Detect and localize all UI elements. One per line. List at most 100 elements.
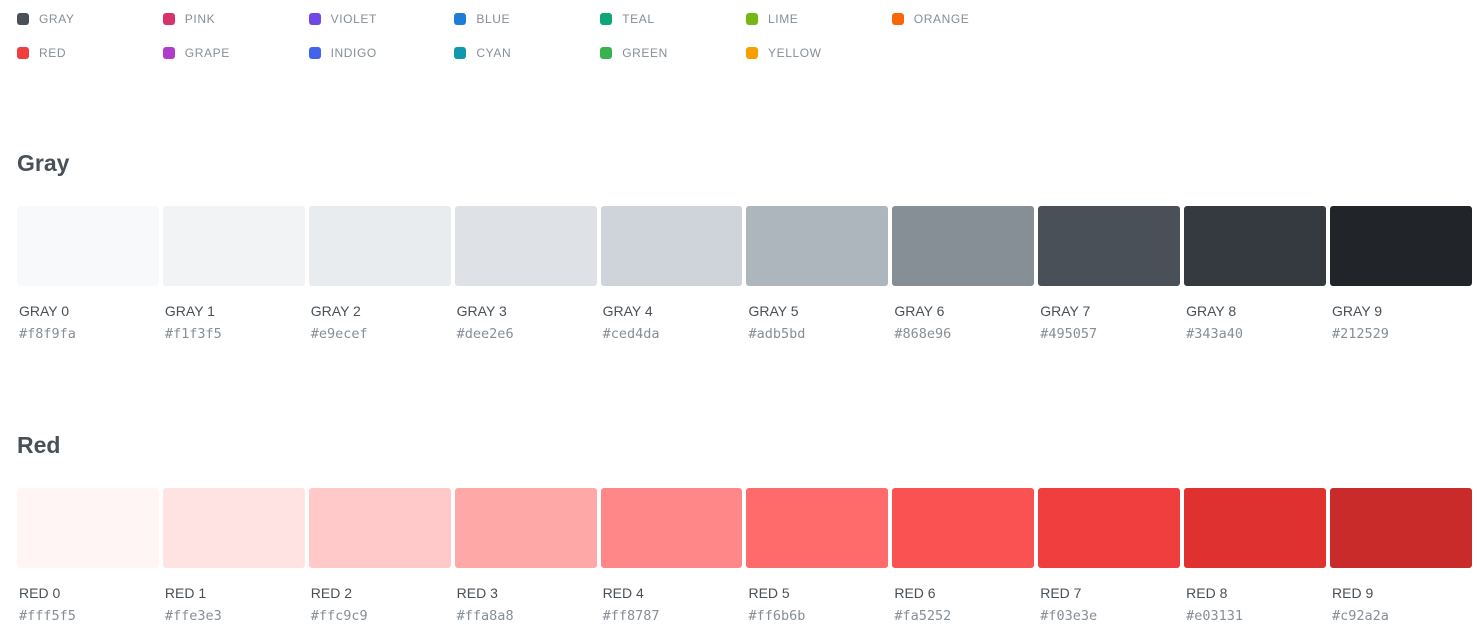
color-swatch-gray-3[interactable]: GRAY 3 #dee2e6 (454, 206, 597, 343)
swatch-name: RED 1 (164, 585, 207, 601)
legend-item-indigo[interactable]: INDIGO (308, 44, 455, 62)
color-swatch-red-8[interactable]: RED 8 #e03131 (1184, 488, 1327, 625)
swatch-name: RED 6 (894, 585, 936, 601)
swatch-name: RED 9 (1332, 585, 1374, 601)
legend-item-lime[interactable]: LIME (745, 10, 892, 28)
swatch-name: GRAY 2 (310, 303, 361, 319)
section-red: Red RED 0 #fff5f5 RED 1 #ffe3e3 RED 2 #ffc9c9… (17, 430, 1472, 624)
color-swatch-gray-9[interactable]: GRAY 9 #212529 (1330, 206, 1472, 343)
legend-label: CYAN (476, 46, 512, 60)
swatch-color-block[interactable] (454, 488, 597, 568)
color-dot-icon (162, 13, 175, 25)
swatch-hex-code: #e03131 (1186, 608, 1244, 624)
color-swatch-red-2[interactable]: RED 2 #ffc9c9 (308, 488, 451, 625)
swatch-color-block[interactable] (746, 206, 889, 286)
swatch-color-block[interactable] (308, 488, 451, 568)
swatch-name: RED 7 (1040, 585, 1082, 601)
swatch-color-block[interactable] (892, 206, 1035, 286)
swatch-hex-code: #ffe3e3 (164, 608, 222, 624)
color-swatch-red-1[interactable]: RED 1 #ffe3e3 (162, 488, 305, 625)
legend-item-orange[interactable]: ORANGE (891, 10, 1038, 28)
legend-label: LIME (767, 12, 799, 26)
swatch-name: RED 8 (1186, 585, 1228, 601)
color-swatch-red-9[interactable]: RED 9 #c92a2a (1330, 488, 1472, 625)
section-title: Red (17, 432, 61, 458)
swatch-color-block[interactable] (454, 206, 597, 286)
legend-label: GRAY (39, 12, 75, 26)
color-dot-icon (745, 13, 758, 25)
swatch-color-block[interactable] (162, 206, 305, 286)
color-swatch-red-4[interactable]: RED 4 #ff8787 (600, 488, 743, 625)
swatch-color-block[interactable] (1184, 206, 1327, 286)
color-swatch-gray-7[interactable]: GRAY 7 #495057 (1038, 206, 1181, 343)
swatch-name: RED 4 (602, 585, 644, 601)
color-dot-icon (17, 47, 29, 59)
swatch-hex-code: #495057 (1040, 326, 1098, 342)
swatch-hex-code: #fff5f5 (19, 608, 76, 624)
swatch-color-block[interactable] (17, 206, 159, 286)
swatch-row: RED 0 #fff5f5 RED 1 #ffe3e3 RED 2 #ffc9c9 RED … (17, 488, 1472, 625)
legend-item-grape[interactable]: GRAPE (162, 44, 309, 62)
color-swatch-gray-5[interactable]: GRAY 5 #adb5bd (746, 206, 889, 343)
color-dot-icon (308, 47, 321, 59)
legend-label: GRAPE (184, 46, 230, 60)
color-swatch-red-6[interactable]: RED 6 #fa5252 (892, 488, 1035, 625)
swatch-name: RED 2 (310, 585, 353, 601)
swatch-hex-code: #f8f9fa (19, 326, 76, 342)
swatch-color-block[interactable] (892, 488, 1035, 568)
swatch-color-block[interactable] (600, 206, 743, 286)
swatch-hex-code: #ffc9c9 (310, 608, 368, 624)
swatch-name: RED 5 (748, 585, 790, 601)
swatch-name: GRAY 8 (1186, 303, 1237, 319)
legend-item-violet[interactable]: VIOLET (308, 10, 455, 28)
swatch-hex-code: #868e96 (894, 326, 952, 342)
legend-item-yellow[interactable]: YELLOW (745, 44, 892, 62)
color-dot-icon (454, 13, 467, 25)
swatch-color-block[interactable] (162, 488, 305, 568)
swatch-hex-code: #ffa8a8 (456, 608, 514, 624)
swatch-color-block[interactable] (1038, 206, 1181, 286)
color-swatch-gray-0[interactable]: GRAY 0 #f8f9fa (17, 206, 159, 343)
color-swatch-red-7[interactable]: RED 7 #f03e3e (1038, 488, 1181, 625)
swatch-color-block[interactable] (1330, 488, 1472, 568)
legend-label: ORANGE (913, 12, 970, 26)
legend-item-green[interactable]: GREEN (600, 44, 746, 62)
color-swatch-gray-6[interactable]: GRAY 6 #868e96 (892, 206, 1035, 343)
legend-item-pink[interactable]: PINK (162, 10, 309, 28)
swatch-color-block[interactable] (17, 488, 159, 568)
legend-label: BLUE (476, 12, 511, 26)
legend-label: YELLOW (767, 46, 822, 60)
legend-item-blue[interactable]: BLUE (454, 10, 600, 28)
legend-item-red[interactable]: RED (17, 44, 163, 62)
legend-item-teal[interactable]: TEAL (600, 10, 746, 28)
color-swatch-gray-2[interactable]: GRAY 2 #e9ecef (308, 206, 451, 343)
swatch-name: GRAY 0 (19, 303, 70, 319)
color-swatch-red-0[interactable]: RED 0 #fff5f5 (17, 488, 159, 625)
swatch-hex-code: #fa5252 (894, 608, 952, 624)
color-dot-icon (17, 13, 29, 25)
color-swatch-gray-1[interactable]: GRAY 1 #f1f3f5 (162, 206, 305, 343)
color-dot-icon (162, 47, 175, 59)
color-swatch-red-3[interactable]: RED 3 #ffa8a8 (454, 488, 597, 625)
legend-item-gray[interactable]: GRAY (17, 10, 163, 28)
color-swatch-red-5[interactable]: RED 5 #ff6b6b (746, 488, 889, 625)
color-swatch-gray-4[interactable]: GRAY 4 #ced4da (600, 206, 743, 343)
swatch-color-block[interactable] (308, 206, 451, 286)
swatch-color-block[interactable] (1330, 206, 1472, 286)
swatch-color-block[interactable] (1038, 488, 1181, 568)
swatch-color-block[interactable] (746, 488, 889, 568)
legend-label: INDIGO (330, 46, 377, 60)
legend-item-cyan[interactable]: CYAN (454, 44, 600, 62)
section-title: Gray (17, 150, 70, 176)
swatch-hex-code: #ff8787 (602, 608, 660, 624)
swatch-color-block[interactable] (600, 488, 743, 568)
swatch-color-block[interactable] (1184, 488, 1327, 568)
swatch-hex-code: #dee2e6 (456, 326, 514, 342)
swatch-hex-code: #f1f3f5 (164, 326, 222, 342)
legend-label: TEAL (622, 12, 655, 26)
swatch-hex-code: #f03e3e (1040, 608, 1098, 624)
swatch-hex-code: #343a40 (1186, 326, 1244, 342)
swatch-name: GRAY 9 (1332, 303, 1383, 319)
color-swatch-gray-8[interactable]: GRAY 8 #343a40 (1184, 206, 1327, 343)
swatch-name: RED 0 (19, 585, 61, 601)
